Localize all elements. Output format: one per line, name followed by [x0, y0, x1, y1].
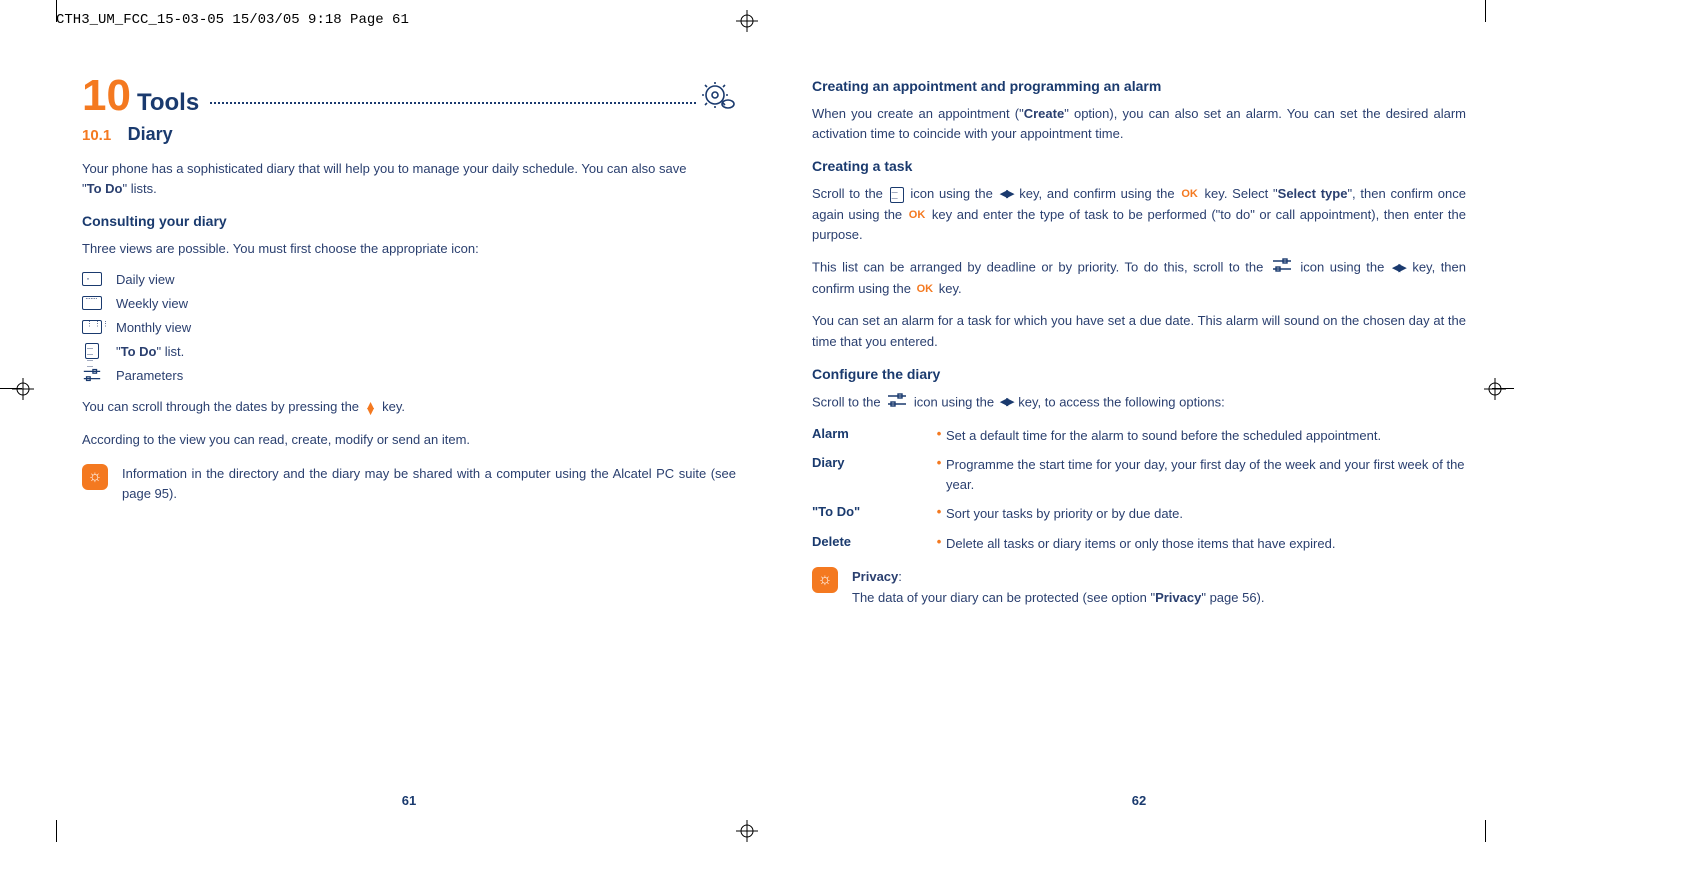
list-item: — —— — "To Do" list.	[82, 343, 736, 359]
according-line: According to the view you can read, crea…	[82, 430, 736, 450]
page-right: Creating an appointment and programming …	[804, 74, 1474, 812]
list-item: Daily view	[82, 271, 736, 287]
todo-list-label: "To Do" list.	[116, 344, 184, 359]
opt-delete-desc: Delete all tasks or diary items or only …	[946, 534, 1466, 554]
bullet-icon: •	[932, 455, 946, 494]
tip-box: ☼ Privacy: The data of your diary can be…	[812, 567, 1466, 607]
page-number: 61	[402, 793, 416, 808]
create-task-p1: Scroll to the —— icon using the ◀▶ key, …	[812, 184, 1466, 245]
section-title: Diary	[128, 124, 173, 144]
tip-privacy-text: Privacy: The data of your diary can be p…	[852, 567, 1265, 607]
tip-lightbulb-icon: ☼	[812, 567, 838, 593]
list-item: Weekly view	[82, 295, 736, 311]
ok-key-icon: OK	[917, 281, 934, 298]
crop-mark	[56, 0, 57, 22]
registration-mark-icon	[736, 10, 758, 32]
opt-alarm-label: Alarm	[812, 426, 932, 446]
left-right-key-icon: ◀▶	[1000, 394, 1013, 411]
list-item: Parameters	[82, 367, 736, 383]
daily-view-label: Daily view	[116, 272, 175, 287]
opt-diary-desc: Programme the start time for your day, y…	[946, 455, 1466, 494]
chapter-title: Tools	[137, 89, 199, 117]
registration-mark-icon	[1484, 378, 1506, 400]
daily-view-icon	[82, 271, 102, 287]
opt-alarm-desc: Set a default time for the alarm to soun…	[946, 426, 1466, 446]
create-task-p2: This list can be arranged by deadline or…	[812, 257, 1466, 299]
chapter-number: 10	[82, 74, 131, 118]
opt-delete-label: Delete	[812, 534, 932, 554]
subhead-configure: Configure the diary	[812, 366, 1466, 382]
options-table: Alarm • Set a default time for the alarm…	[812, 426, 1466, 554]
bullet-icon: •	[932, 426, 946, 446]
parameters-label: Parameters	[116, 368, 183, 383]
ok-key-icon: OK	[909, 207, 926, 224]
scroll-dates-line: You can scroll through the dates by pres…	[82, 397, 736, 417]
crop-mark	[1485, 820, 1486, 842]
list-item: Monthly view	[82, 319, 736, 335]
weekly-view-icon	[82, 295, 102, 311]
weekly-view-label: Weekly view	[116, 296, 188, 311]
leader-dots	[210, 102, 696, 104]
tip-box: ☼ Information in the directory and the d…	[82, 464, 736, 504]
page-left: 10 Tools 10.1 Diary Your phone has a sop…	[74, 74, 744, 812]
monthly-view-icon	[82, 319, 102, 335]
page-number: 62	[1132, 793, 1146, 808]
registration-mark-icon	[12, 378, 34, 400]
section-number: 10.1	[82, 127, 111, 144]
bullet-icon: •	[932, 534, 946, 554]
registration-mark-icon	[736, 820, 758, 842]
crop-mark	[56, 820, 57, 842]
opt-todo-label: "To Do"	[812, 504, 932, 524]
tools-gear-icon	[702, 82, 736, 115]
subhead-create-task: Creating a task	[812, 158, 1466, 174]
opt-diary-label: Diary	[812, 455, 932, 494]
left-right-key-icon: ◀▶	[1000, 186, 1013, 203]
print-header: CTH3_UM_FCC_15-03-05 15/03/05 9:18 Page …	[56, 12, 409, 28]
subhead-consulting: Consulting your diary	[82, 213, 736, 229]
crop-mark	[1485, 0, 1486, 22]
ok-key-icon: OK	[1181, 186, 1198, 203]
opt-todo-desc: Sort your tasks by priority or by due da…	[946, 504, 1466, 524]
parameters-icon	[1271, 257, 1293, 279]
parameters-icon	[886, 392, 908, 414]
subhead-create-appt: Creating an appointment and programming …	[812, 78, 1466, 94]
todo-list-icon: ——	[890, 185, 904, 205]
create-task-p3: You can set an alarm for a task for whic…	[812, 311, 1466, 351]
intro-paragraph: Your phone has a sophisticated diary tha…	[82, 159, 736, 199]
tip-text: Information in the directory and the dia…	[122, 464, 736, 504]
configure-intro: Scroll to the icon using the ◀▶ key, to …	[812, 392, 1466, 414]
views-intro: Three views are possible. You must first…	[82, 239, 736, 259]
tip-lightbulb-icon: ☼	[82, 464, 108, 490]
todo-list-icon: — —— —	[82, 343, 102, 359]
up-down-key-icon: ▲▼	[365, 402, 377, 414]
bullet-icon: •	[932, 504, 946, 524]
monthly-view-label: Monthly view	[116, 320, 191, 335]
left-right-key-icon: ◀▶	[1392, 260, 1405, 277]
create-appt-paragraph: When you create an appointment ("Create"…	[812, 104, 1466, 144]
